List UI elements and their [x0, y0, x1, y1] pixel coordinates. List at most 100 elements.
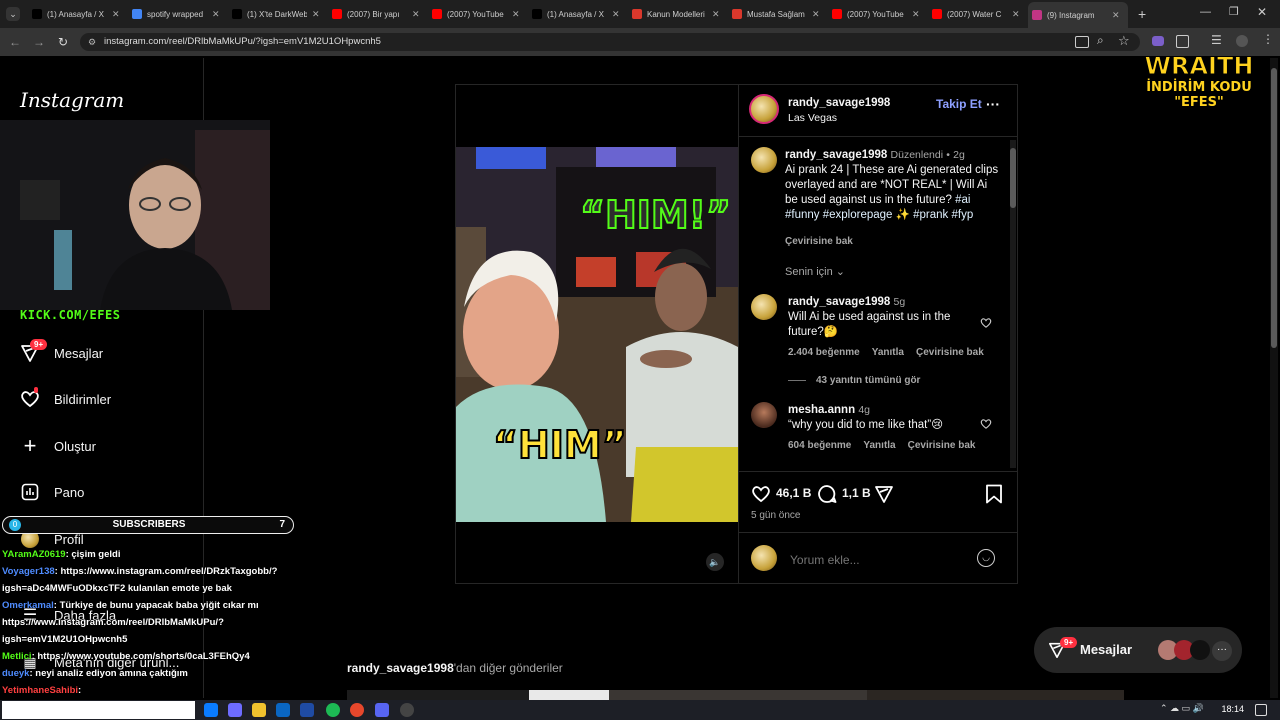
page-scroll-thumb[interactable] [1271, 68, 1277, 348]
comment-like-icon[interactable] [980, 418, 992, 433]
extensions-puzzle-icon[interactable] [1176, 35, 1189, 48]
browser-menu-icon[interactable]: ⋮ [1262, 32, 1274, 46]
share-icon[interactable] [874, 484, 894, 507]
obs-icon[interactable] [400, 703, 414, 717]
more-options-icon[interactable]: ··· [986, 96, 1000, 112]
taskbar-clock[interactable]: 18:14 [1221, 704, 1244, 714]
close-tab-icon[interactable]: ✕ [812, 9, 820, 20]
emoji-icon[interactable]: ◡ [977, 549, 995, 567]
comment-username[interactable]: randy_savage1998 [788, 296, 890, 308]
close-window-button[interactable]: ✕ [1257, 5, 1267, 19]
follow-button[interactable]: Takip Et [936, 97, 982, 111]
browser-tab[interactable]: spotify wrapped ✕ [128, 4, 228, 24]
close-tab-icon[interactable]: ✕ [112, 9, 120, 20]
browser-tab[interactable]: Kanun Modelleri ✕ [628, 4, 728, 24]
taskbar-search[interactable] [2, 701, 195, 719]
post-author-username[interactable]: randy_savage1998 [788, 97, 890, 109]
close-tab-icon[interactable]: ✕ [712, 9, 720, 20]
post-author-avatar[interactable] [749, 94, 779, 124]
sidebar-item-messages[interactable]: 9+ Mesajlar [20, 339, 190, 366]
forward-icon[interactable]: → [31, 34, 47, 50]
tab-search-button[interactable]: ⌄ [6, 7, 20, 21]
instagram-logo[interactable]: Instagram [20, 88, 124, 112]
close-tab-icon[interactable]: ✕ [1112, 10, 1120, 21]
comment-translate[interactable]: Çevirisine bak [916, 347, 984, 358]
sidebar-item-create[interactable]: + Oluştur [20, 433, 190, 459]
browser-tab[interactable]: (2007) Water C ✕ [928, 4, 1028, 24]
caption-username[interactable]: randy_savage1998 [785, 149, 887, 161]
discord-icon[interactable] [375, 703, 389, 717]
browser-tab[interactable]: (2007) YouTube ✕ [828, 4, 928, 24]
close-tab-icon[interactable]: ✕ [412, 9, 420, 20]
page-scrollbar[interactable] [1270, 58, 1278, 698]
comment-likes[interactable]: 604 beğenme [788, 440, 851, 451]
profile-avatar-icon[interactable] [1236, 35, 1248, 47]
for-you-filter[interactable]: Senin için ⌄ [785, 265, 845, 278]
close-tab-icon[interactable]: ✕ [1012, 9, 1020, 20]
sidebar-item-notifications[interactable]: Bildirimler [20, 386, 190, 412]
browser-tab[interactable]: (1) Anasayfa / X ✕ [528, 4, 628, 24]
new-tab-button[interactable]: + [1138, 7, 1146, 21]
browser-tab[interactable]: (1) Anasayfa / X ✕ [28, 4, 128, 24]
url-input[interactable]: instagram.com/reel/DRlbMaMkUPu/?igsh=emV… [80, 33, 1140, 51]
like-icon[interactable] [751, 484, 771, 507]
close-tab-icon[interactable]: ✕ [212, 9, 220, 20]
comment-likes[interactable]: 2.404 beğenme [788, 347, 860, 358]
sponsor-line2: "EFES" [1174, 95, 1224, 110]
extension-icon[interactable] [1152, 36, 1164, 46]
chat-username: Voyager138 [2, 566, 55, 577]
system-tray-icons[interactable]: ⌃ ☁ ▭ 🔊 [1160, 703, 1204, 714]
zoom-icon[interactable]: ⌕ [1097, 33, 1104, 48]
comment-like-icon[interactable] [980, 317, 992, 332]
comments-scroll-thumb[interactable] [1010, 148, 1016, 208]
back-icon[interactable]: ← [7, 34, 23, 50]
install-app-icon[interactable] [1075, 36, 1089, 48]
chrome-icon[interactable] [350, 703, 364, 717]
browser-tab[interactable]: Mustafa Sağlam ✕ [728, 4, 828, 24]
store-icon[interactable] [300, 703, 314, 717]
comment-avatar[interactable] [751, 294, 777, 320]
edge-icon[interactable] [204, 703, 218, 717]
sidebar-item-dashboard[interactable]: Pano [20, 479, 190, 505]
notifications-icon[interactable] [1255, 704, 1267, 716]
comment-reply[interactable]: Yanıtla [872, 347, 904, 358]
browser-tab[interactable]: (1) X'te DarkWeb ✕ [228, 4, 328, 24]
comment-username[interactable]: mesha.annn [788, 404, 855, 416]
outlook-icon[interactable] [276, 703, 290, 717]
comment-input[interactable] [788, 550, 972, 570]
maximize-button[interactable]: ❐ [1229, 5, 1239, 18]
reading-list-icon[interactable]: ☰ [1211, 33, 1222, 47]
reel-video[interactable]: “HIM!” “HIM” [456, 147, 738, 522]
bookmark-star-icon[interactable]: ☆ [1118, 33, 1130, 49]
mute-button[interactable]: 🔈 [706, 553, 724, 571]
floating-messages-button[interactable]: 9+ Mesajlar ··· [1034, 627, 1242, 673]
comment-icon[interactable] [817, 484, 837, 507]
caption-avatar[interactable] [751, 147, 777, 173]
comment-reply[interactable]: Yanıtla [863, 440, 895, 451]
minimize-button[interactable]: — [1200, 6, 1211, 18]
save-icon[interactable] [985, 484, 1003, 507]
comment-avatar[interactable] [751, 402, 777, 428]
messages-badge: 9+ [30, 339, 48, 350]
more-posts-username[interactable]: randy_savage1998 [347, 661, 454, 675]
reload-icon[interactable]: ↻ [55, 34, 71, 50]
comment-age: 4g [858, 404, 870, 416]
close-tab-icon[interactable]: ✕ [512, 9, 520, 20]
likes-count[interactable]: 46,1 B [776, 486, 811, 500]
comment-translate[interactable]: Çevirisine bak [908, 440, 976, 451]
browser-tab[interactable]: (2007) YouTube ✕ [428, 4, 528, 24]
copilot-icon[interactable] [228, 703, 242, 717]
browser-tab[interactable]: (9) Instagram ✕ [1028, 2, 1128, 28]
browser-tab[interactable]: (2007) Bir yapı ✕ [328, 4, 428, 24]
comments-count[interactable]: 1,1 B [842, 486, 871, 500]
youtube-icon [432, 9, 442, 19]
post-location[interactable]: Las Vegas [788, 112, 837, 124]
close-tab-icon[interactable]: ✕ [612, 9, 620, 20]
site-info-icon[interactable]: ⚙ [88, 37, 98, 47]
view-replies[interactable]: 43 yanıtın tümünü gör [816, 375, 920, 386]
close-tab-icon[interactable]: ✕ [312, 9, 320, 20]
file-explorer-icon[interactable] [252, 703, 266, 717]
spotify-icon[interactable] [326, 703, 340, 717]
caption-see-translation[interactable]: Çevirisine bak [785, 236, 853, 247]
close-tab-icon[interactable]: ✕ [912, 9, 920, 20]
